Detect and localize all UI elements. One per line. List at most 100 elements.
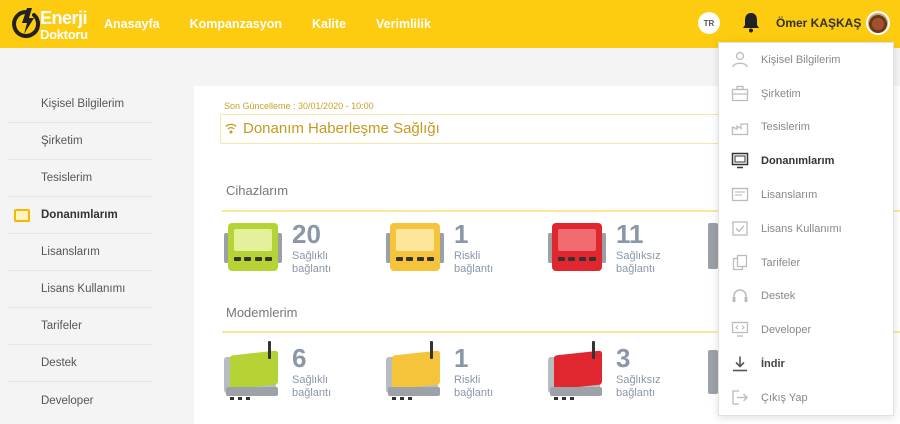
menu-item-developer[interactable]: Developer — [719, 313, 893, 347]
nav-verimlilik[interactable]: Verimlilik — [376, 17, 431, 31]
menu-item-donanimlarim[interactable]: Donanımlarım — [719, 144, 893, 178]
stat-label: Sağlıksız — [616, 374, 661, 386]
device-stat-risky[interactable]: 1 Riskli bağlantı — [386, 219, 536, 283]
download-icon — [733, 356, 747, 372]
menu-item-indir[interactable]: İndir — [719, 347, 893, 381]
menu-item-label: Tesislerim — [761, 121, 810, 134]
stat-sublabel: bağlantı — [616, 263, 656, 275]
bell-icon[interactable] — [741, 11, 761, 33]
menu-item-sirketim[interactable]: Şirketim — [719, 77, 893, 111]
monitor-icon — [731, 153, 749, 169]
stat-label: Sağlıklı — [292, 250, 329, 262]
stat-count: 6 — [292, 343, 307, 373]
sidebar-item-lisans-kullanimi[interactable]: Lisans Kullanımı — [8, 271, 153, 308]
user-name[interactable]: Ömer KAŞKAŞ — [776, 16, 861, 30]
sidebar-item-label: Şirketim — [41, 135, 83, 147]
sidebar-item-label: Donanımlarım — [41, 209, 118, 221]
sidebar-item-tesislerim[interactable]: Tesislerim — [8, 160, 153, 197]
logo-text-line1: Enerji — [40, 8, 88, 28]
menu-item-label: Çıkış Yap — [761, 391, 808, 404]
stat-label: Sağlıksız — [616, 250, 661, 262]
signal-icon — [225, 123, 237, 134]
menu-item-label: Destek — [761, 290, 796, 303]
avatar[interactable] — [866, 11, 890, 35]
stat-label: Riskli — [454, 250, 481, 262]
sidebar-item-kisisel-bilgilerim[interactable]: Kişisel Bilgilerim — [8, 86, 153, 123]
sidebar-item-tarifeler[interactable]: Tarifeler — [8, 308, 153, 345]
sidebar-item-label: Kişisel Bilgilerim — [41, 98, 125, 110]
menu-item-tesislerim[interactable]: Tesislerim — [719, 111, 893, 145]
logo[interactable]: Enerji Doktoru — [10, 6, 94, 44]
stat-label: Sağlıklı — [292, 374, 329, 386]
modems-section-title: Modemlerim — [226, 305, 298, 320]
menu-item-lisans-kullanimi[interactable]: Lisans Kullanımı — [719, 212, 893, 246]
device-stat-healthy[interactable]: 20 Sağlıklı bağlantı — [224, 219, 374, 283]
page-title: Donanım Haberleşme Sağlığı — [243, 120, 440, 137]
user-icon — [732, 51, 748, 68]
sidebar-item-donanimlarim[interactable]: Donanımlarım — [8, 197, 153, 234]
device-icon — [386, 223, 444, 273]
stat-count: 1 — [454, 219, 469, 249]
stat-label: Riskli — [454, 374, 481, 386]
nav-anasayfa[interactable]: Anasayfa — [104, 17, 160, 31]
user-dropdown-menu: Kişisel Bilgilerim Şirketim Tesislerim D… — [718, 42, 894, 416]
stat-sublabel: bağlantı — [292, 263, 332, 275]
menu-item-label: Şirketim — [761, 87, 801, 100]
modem-icon — [548, 341, 610, 400]
modem-stat-healthy[interactable]: 6 Sağlıklı bağlantı — [224, 341, 374, 407]
logout-icon — [732, 390, 748, 405]
documents-icon — [732, 254, 748, 270]
device-icon — [224, 223, 282, 273]
menu-item-kisisel-bilgilerim[interactable]: Kişisel Bilgilerim — [719, 43, 893, 77]
menu-item-label: Lisanslarım — [761, 189, 818, 202]
sidebar: Kişisel Bilgilerim Şirketim Tesislerim D… — [8, 86, 153, 419]
stat-count: 1 — [454, 343, 469, 373]
stat-count: 11 — [616, 219, 644, 249]
top-navigation-bar: Enerji Doktoru Anasayfa Kompanzasyon Kal… — [0, 0, 900, 48]
headset-icon — [732, 288, 748, 302]
sidebar-item-label: Lisans Kullanımı — [41, 283, 126, 295]
menu-item-label: Developer — [761, 324, 812, 337]
menu-item-cikis-yap[interactable]: Çıkış Yap — [719, 381, 893, 415]
menu-item-lisanslarim[interactable]: Lisanslarım — [719, 178, 893, 212]
checkbox-icon — [732, 221, 748, 236]
modem-icon — [386, 341, 448, 400]
sidebar-item-label: Tesislerim — [41, 172, 93, 184]
logo-text-line2: Doktoru — [40, 27, 88, 42]
sidebar-item-label: Developer — [41, 394, 94, 407]
nav-kompanzasyon[interactable]: Kompanzasyon — [190, 17, 282, 31]
devices-section-title: Cihazlarım — [226, 183, 289, 198]
stat-sublabel: bağlantı — [454, 263, 494, 275]
modem-icon — [224, 341, 286, 400]
menu-item-label: Donanımlarım — [761, 155, 835, 168]
stat-count: 3 — [616, 343, 631, 373]
sidebar-item-label: Destek — [41, 357, 77, 369]
device-icon-partial — [708, 223, 718, 269]
briefcase-icon — [731, 85, 749, 101]
menu-item-label: Tarifeler — [761, 256, 801, 269]
sidebar-item-label: Tarifeler — [41, 320, 82, 332]
sidebar-item-developer[interactable]: Developer — [8, 382, 153, 419]
stat-sublabel: bağlantı — [454, 387, 494, 399]
stat-sublabel: bağlantı — [616, 387, 656, 399]
menu-item-destek[interactable]: Destek — [719, 280, 893, 314]
nav-kalite[interactable]: Kalite — [312, 17, 346, 31]
menu-item-tarifeler[interactable]: Tarifeler — [719, 246, 893, 280]
modem-stat-unhealthy[interactable]: 3 Sağlıksız bağlantı — [548, 341, 698, 407]
modem-stat-risky[interactable]: 1 Riskli bağlantı — [386, 341, 536, 407]
sidebar-item-label: Lisanslarım — [41, 246, 100, 258]
developer-icon — [731, 322, 749, 338]
main-nav: Anasayfa Kompanzasyon Kalite Verimlilik — [104, 0, 461, 48]
sidebar-item-sirketim[interactable]: Şirketim — [8, 123, 153, 160]
stat-sublabel: bağlantı — [292, 387, 332, 399]
stat-count: 20 — [292, 219, 321, 249]
sidebar-item-lisanslarim[interactable]: Lisanslarım — [8, 234, 153, 271]
sidebar-item-destek[interactable]: Destek — [8, 345, 153, 382]
device-stat-unhealthy[interactable]: 11 Sağlıksız bağlantı — [548, 219, 698, 283]
language-switch[interactable]: TR — [698, 12, 720, 34]
section-header: Donanım Haberleşme Sağlığı — [220, 114, 750, 144]
license-icon — [731, 188, 749, 202]
last-updated: Son Güncelleme : 30/01/2020 - 10:00 — [224, 101, 374, 111]
modem-icon-partial — [708, 350, 718, 394]
logo-icon — [12, 8, 41, 38]
